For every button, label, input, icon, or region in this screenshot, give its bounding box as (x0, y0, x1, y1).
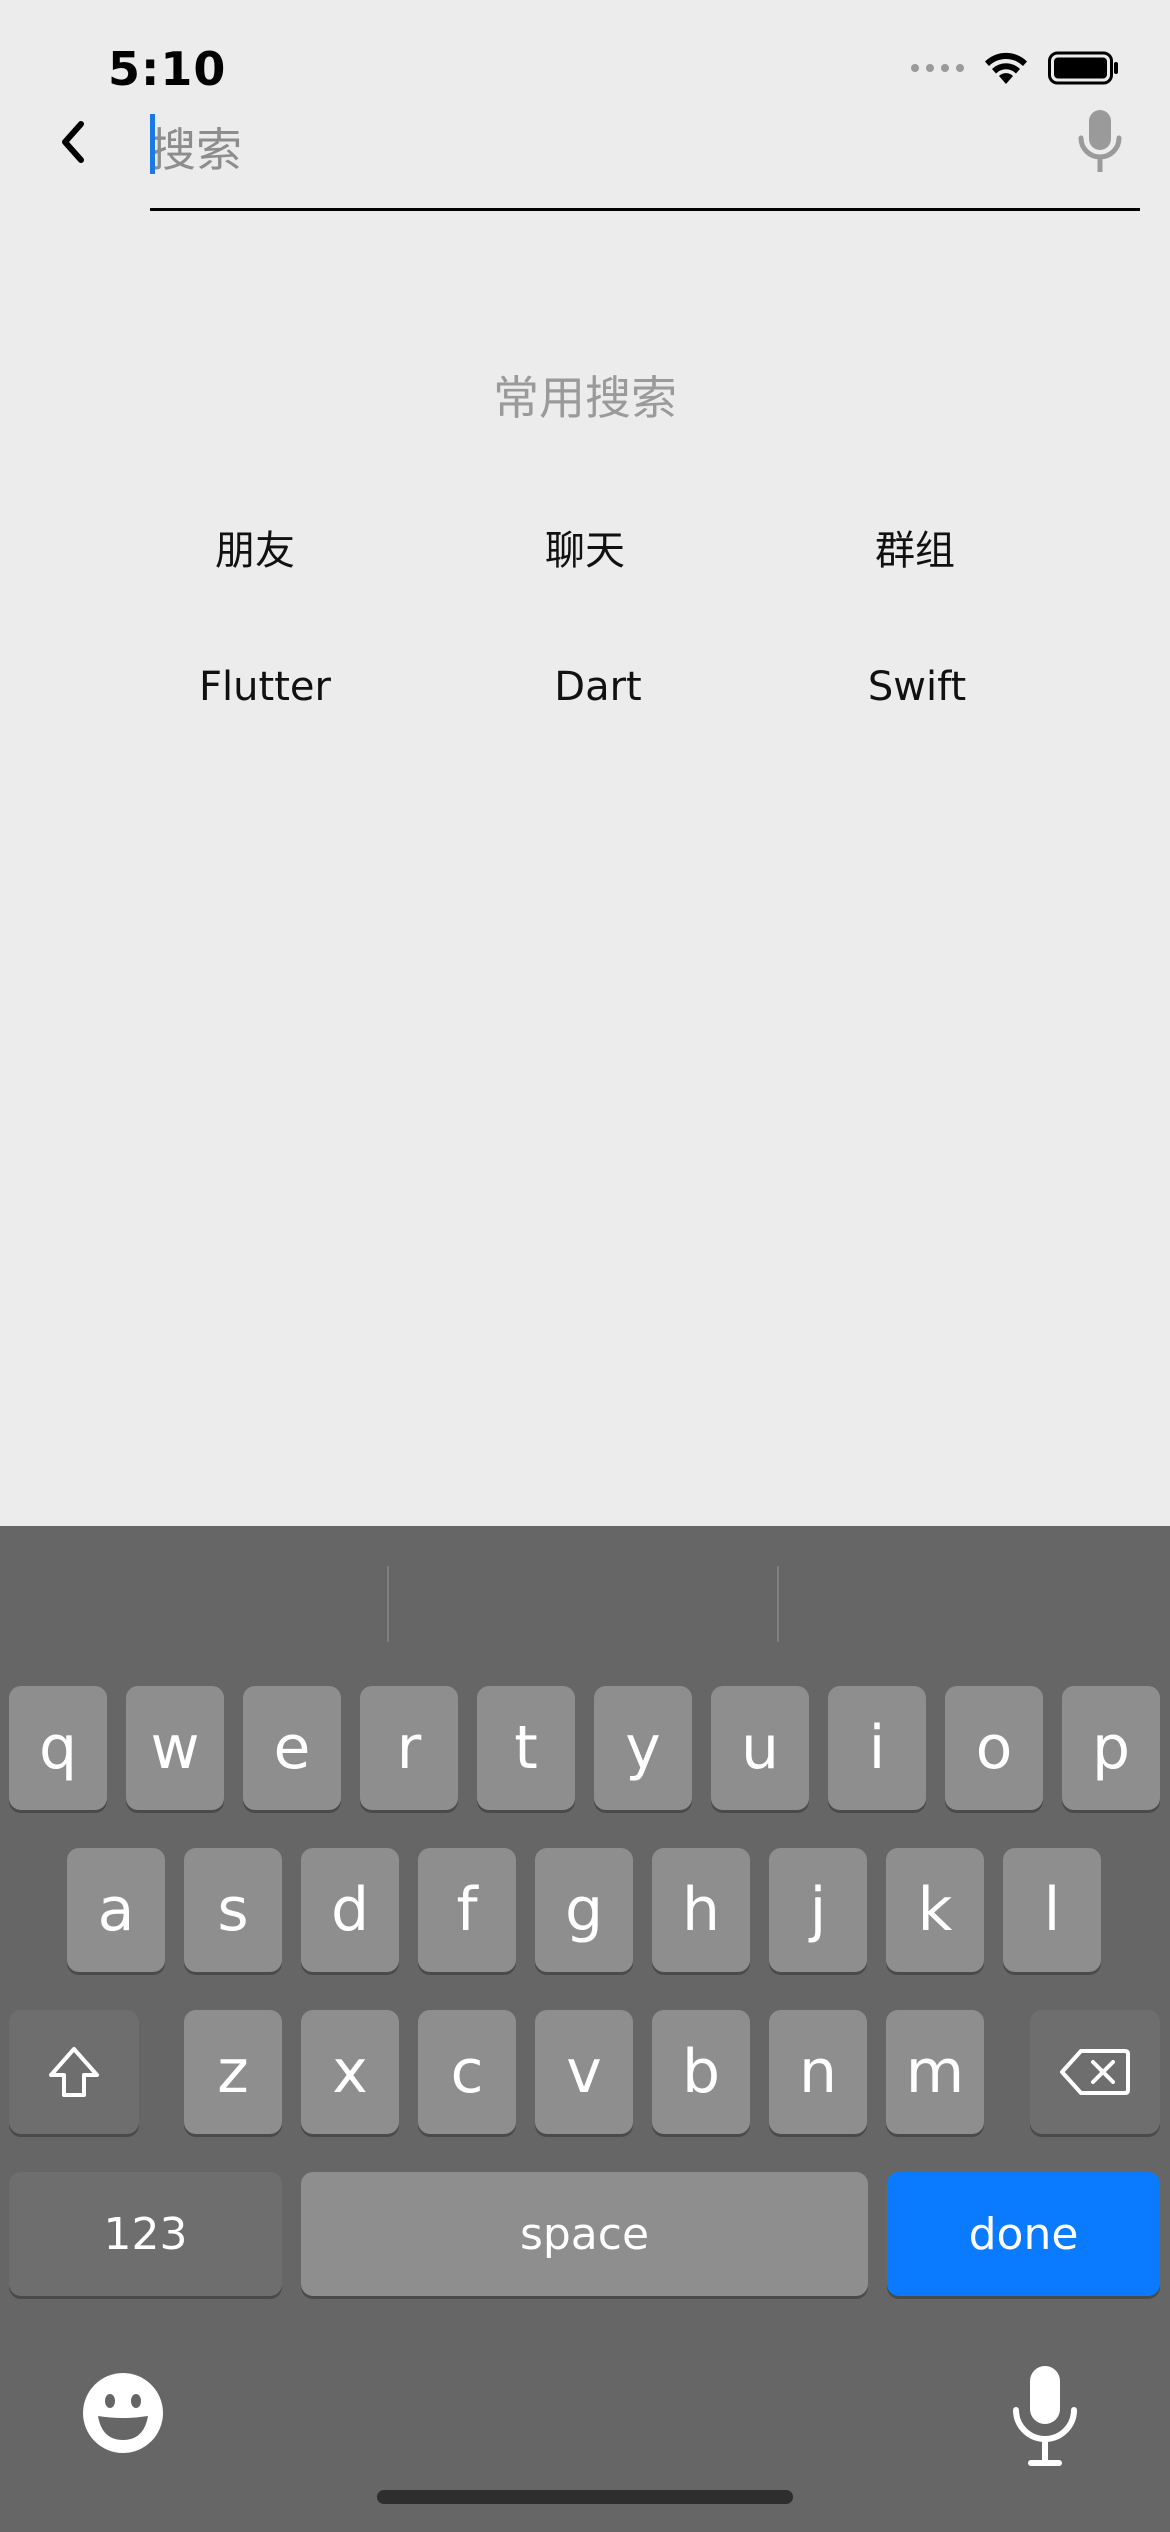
delete-key[interactable] (1030, 2010, 1160, 2134)
back-button[interactable] (48, 112, 98, 172)
key-s[interactable]: s (184, 1848, 282, 1972)
numbers-key[interactable]: 123 (9, 2172, 282, 2296)
key-w[interactable]: w (126, 1686, 224, 1810)
shift-icon (49, 2047, 99, 2097)
key-e[interactable]: e (243, 1686, 341, 1810)
key-q[interactable]: q (9, 1686, 107, 1810)
key-b[interactable]: b (652, 2010, 750, 2134)
key-g[interactable]: g (535, 1848, 633, 1972)
key-z[interactable]: z (184, 2010, 282, 2134)
delete-icon (1060, 2049, 1130, 2095)
key-x[interactable]: x (301, 2010, 399, 2134)
common-search-item[interactable]: Dart (433, 664, 763, 710)
status-icons (911, 50, 1120, 86)
emoji-button[interactable] (78, 2368, 168, 2458)
status-time: 5:10 (108, 42, 227, 96)
key-v[interactable]: v (535, 2010, 633, 2134)
common-search-item[interactable]: Swift (752, 664, 1082, 710)
common-search-item[interactable]: 群组 (750, 518, 1080, 576)
key-t[interactable]: t (477, 1686, 575, 1810)
key-j[interactable]: j (769, 1848, 867, 1972)
key-n[interactable]: n (769, 2010, 867, 2134)
key-l[interactable]: l (1003, 1848, 1101, 1972)
key-f[interactable]: f (418, 1848, 516, 1972)
key-y[interactable]: y (594, 1686, 692, 1810)
common-search-item[interactable]: 聊天 (420, 518, 750, 576)
back-chevron-icon (62, 121, 84, 163)
key-m[interactable]: m (886, 2010, 984, 2134)
wifi-icon (985, 52, 1027, 84)
key-u[interactable]: u (711, 1686, 809, 1810)
space-key[interactable]: space (301, 2172, 868, 2296)
voice-search-button[interactable] (1070, 104, 1130, 180)
suggestion-divider (777, 1566, 779, 1642)
dictation-icon (1013, 2366, 1077, 2466)
done-key[interactable]: done (887, 2172, 1160, 2296)
emoji-icon (83, 2373, 163, 2453)
suggestion-divider (387, 1566, 389, 1642)
key-c[interactable]: c (418, 2010, 516, 2134)
common-search-title: 常用搜索 (493, 371, 677, 425)
key-r[interactable]: r (360, 1686, 458, 1810)
home-indicator (377, 2490, 793, 2504)
signal-dots-icon (911, 64, 964, 72)
key-k[interactable]: k (886, 1848, 984, 1972)
key-d[interactable]: d (301, 1848, 399, 1972)
text-cursor (150, 114, 155, 174)
shift-key[interactable] (9, 2010, 139, 2134)
dictation-button[interactable] (1000, 2362, 1090, 2472)
key-h[interactable]: h (652, 1848, 750, 1972)
key-i[interactable]: i (828, 1686, 926, 1810)
keyboard: q w e r t y u i o p a s d f g h j k l z … (0, 1526, 1170, 2532)
key-o[interactable]: o (945, 1686, 1043, 1810)
search-input[interactable] (150, 100, 1030, 200)
microphone-icon (1078, 110, 1122, 172)
common-search-item[interactable]: 朋友 (90, 518, 420, 576)
search-field[interactable] (150, 100, 1140, 211)
battery-icon (1048, 51, 1118, 85)
key-a[interactable]: a (67, 1848, 165, 1972)
key-p[interactable]: p (1062, 1686, 1160, 1810)
common-search-item[interactable]: Flutter (100, 664, 430, 710)
